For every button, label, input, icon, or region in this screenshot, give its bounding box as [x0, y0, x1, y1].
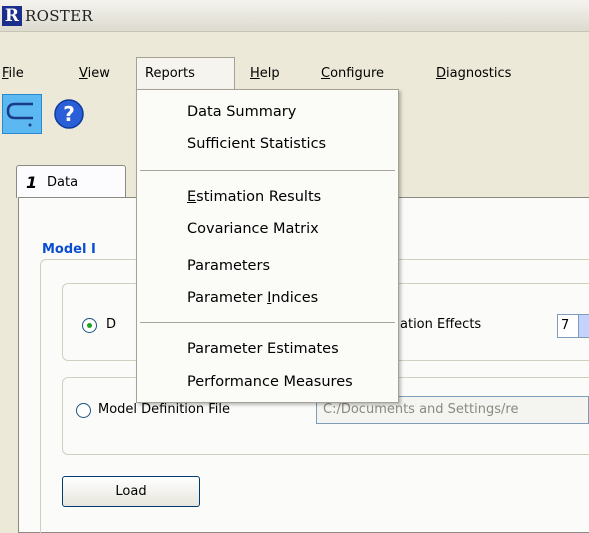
window-title: ROSTER	[25, 7, 93, 25]
option-2-label: Model Definition File	[98, 402, 230, 417]
menu-configure[interactable]: Configure	[313, 57, 392, 90]
help-button[interactable]: ?	[53, 98, 85, 130]
menu-file[interactable]: File	[0, 57, 32, 90]
tab-label: Data	[47, 175, 79, 190]
menu-item-sufficient-statistics[interactable]: Sufficient Statistics	[187, 136, 326, 152]
effects-spinner[interactable]: 7	[557, 314, 589, 338]
option-1-label: D	[106, 317, 117, 332]
menu-item-parameter-indices[interactable]: Parameter Indices	[187, 290, 318, 306]
menu-item-data-summary[interactable]: Data Summary	[187, 104, 296, 120]
app-logo: R	[2, 6, 22, 26]
menu-separator	[140, 170, 395, 171]
tab-data[interactable]: 1 Data	[16, 165, 126, 198]
menu-item-covariance-matrix[interactable]: Covariance Matrix	[187, 221, 319, 237]
svg-text:?: ?	[63, 102, 75, 126]
spinner-value: 7	[561, 318, 570, 333]
menu-item-estimation-results[interactable]: Estimation Results	[187, 189, 321, 205]
reports-dropdown: Data Summary Sufficient Statistics Estim…	[136, 89, 399, 403]
radio-option-1[interactable]	[82, 318, 97, 333]
load-button[interactable]: Load	[62, 476, 200, 507]
connect-icon	[6, 102, 33, 127]
menu-item-parameters[interactable]: Parameters	[187, 258, 270, 274]
menu-item-parameter-estimates[interactable]: Parameter Estimates	[187, 341, 339, 357]
tab-number: 1	[26, 173, 38, 192]
spinner-arrows-icon[interactable]	[578, 315, 589, 337]
connect-button[interactable]	[2, 94, 42, 134]
menu-view[interactable]: View	[71, 57, 118, 90]
title-bar: R ROSTER	[0, 0, 589, 32]
group-title: Model I	[39, 242, 99, 257]
option-1-trailing-label: ation Effects	[400, 317, 482, 332]
help-icon: ?	[54, 99, 84, 129]
menu-reports[interactable]: Reports	[136, 57, 235, 90]
menu-bar: File View Reports Help Configure Diagnos…	[0, 57, 589, 90]
menu-separator	[140, 322, 395, 323]
menu-diagnostics[interactable]: Diagnostics	[428, 57, 519, 90]
menu-help[interactable]: Help	[242, 57, 288, 90]
menu-item-performance-measures[interactable]: Performance Measures	[187, 374, 353, 390]
radio-option-2[interactable]	[76, 403, 91, 418]
